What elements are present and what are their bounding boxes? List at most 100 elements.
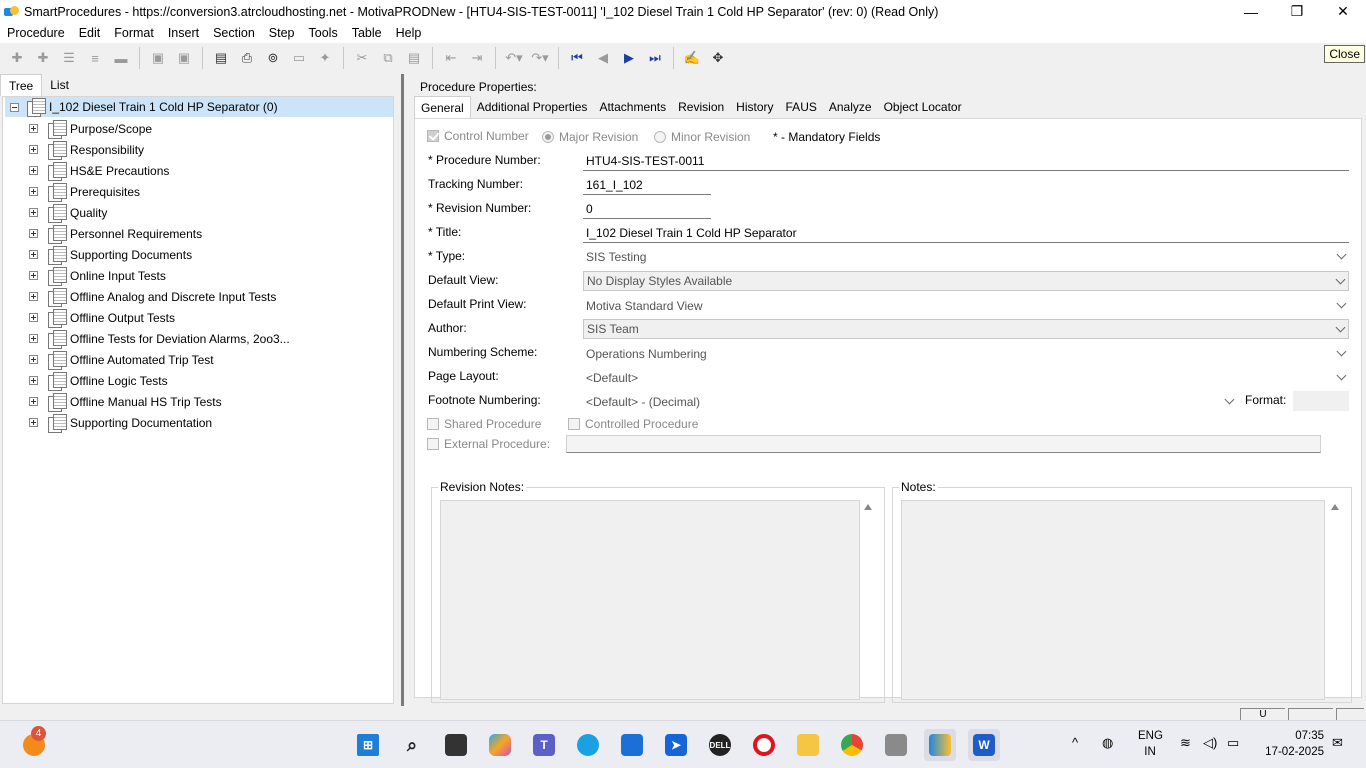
type-dropdown[interactable]: SIS Testing	[583, 247, 1349, 267]
menu-procedure[interactable]: Procedure	[0, 26, 72, 40]
edge-app[interactable]	[572, 729, 604, 761]
menu-section[interactable]: Section	[206, 26, 262, 40]
save-all-icon[interactable]: ▣	[171, 46, 197, 70]
controlled-procedure-checkbox[interactable]: Controlled Procedure	[568, 417, 698, 431]
tree-item[interactable]: Offline Output Tests	[29, 307, 175, 328]
collapse-icon[interactable]	[10, 102, 19, 112]
title-field[interactable]: I_102 Diesel Train 1 Cold HP Separator	[583, 223, 1349, 243]
chrome-app[interactable]	[836, 729, 868, 761]
expand-icon[interactable]	[29, 418, 38, 427]
first-record-icon[interactable]: ⏮	[564, 46, 590, 70]
indent-right-icon[interactable]: ⇥	[464, 46, 490, 70]
tree-item[interactable]: Offline Manual HS Trip Tests	[29, 391, 222, 412]
menu-table[interactable]: Table	[345, 26, 389, 40]
menu-help[interactable]: Help	[389, 26, 429, 40]
start-button[interactable]: ⊞	[352, 729, 384, 761]
menu-tools[interactable]: Tools	[302, 26, 345, 40]
dell-app[interactable]: DELL	[704, 729, 736, 761]
tree-item[interactable]: Offline Tests for Deviation Alarms, 2oo3…	[29, 328, 290, 349]
tab-general[interactable]: General	[414, 96, 471, 118]
cut-icon[interactable]: ✂	[349, 46, 375, 70]
volume-icon[interactable]: ◁)	[1203, 735, 1217, 751]
show-hidden-icons[interactable]: ^	[1072, 735, 1078, 750]
tab-tree[interactable]: Tree	[0, 74, 43, 96]
numbering-scheme-dropdown[interactable]: Operations Numbering	[583, 344, 1349, 364]
store-app[interactable]	[616, 729, 648, 761]
move-icon[interactable]: ✥	[705, 46, 731, 70]
menu-step[interactable]: Step	[262, 26, 302, 40]
tab-revision[interactable]: Revision	[672, 96, 730, 118]
tracking-number-field[interactable]: 161_I_102	[583, 175, 711, 195]
tab-object-locator[interactable]: Object Locator	[878, 96, 968, 118]
opera-app[interactable]	[748, 729, 780, 761]
tab-history[interactable]: History	[730, 96, 779, 118]
publish-icon[interactable]: ▤	[208, 46, 234, 70]
search-button[interactable]: ⌕	[396, 729, 428, 761]
procedure-number-field[interactable]: HTU4-SIS-TEST-0011	[583, 151, 1349, 171]
tree-item[interactable]: Responsibility	[29, 139, 144, 160]
smartprocedures-app[interactable]	[924, 729, 956, 761]
scroll-up-icon[interactable]	[1331, 504, 1339, 510]
tree-item[interactable]: Offline Analog and Discrete Input Tests	[29, 286, 276, 307]
notes-textarea[interactable]	[901, 500, 1325, 700]
revision-notes-textarea[interactable]	[440, 500, 860, 700]
language-indicator[interactable]: ENG	[1138, 730, 1163, 742]
revision-number-field[interactable]: 0	[583, 199, 711, 219]
menu-insert[interactable]: Insert	[161, 26, 206, 40]
expand-icon[interactable]	[29, 334, 38, 343]
clock-time[interactable]: 07:35	[1262, 730, 1324, 742]
expand-icon[interactable]	[29, 166, 38, 175]
previous-record-icon[interactable]: ◀	[590, 46, 616, 70]
expand-icon[interactable]	[29, 397, 38, 406]
last-record-icon[interactable]: ⏭	[642, 46, 668, 70]
next-record-icon[interactable]: ▶	[616, 46, 642, 70]
page-layout-dropdown[interactable]: <Default>	[583, 368, 1349, 388]
redo-icon[interactable]: ↷▾	[527, 46, 553, 70]
expand-icon[interactable]	[29, 208, 38, 217]
wifi-icon[interactable]: ≋	[1180, 735, 1191, 751]
menu-edit[interactable]: Edit	[72, 26, 108, 40]
footnote-numbering-dropdown[interactable]: <Default> - (Decimal)	[583, 392, 1237, 412]
tree-item[interactable]: Offline Logic Tests	[29, 370, 168, 391]
menu-format[interactable]: Format	[107, 26, 161, 40]
tab-analyze[interactable]: Analyze	[823, 96, 878, 118]
major-revision-radio[interactable]: Major Revision	[542, 130, 638, 144]
notification-icon[interactable]: ✉	[1332, 735, 1343, 751]
minimize-button[interactable]: —	[1228, 0, 1274, 23]
word-app[interactable]: W	[968, 729, 1000, 761]
tree-item[interactable]: Offline Automated Trip Test	[29, 349, 214, 370]
tree-item[interactable]: Supporting Documentation	[29, 412, 212, 433]
copy-icon[interactable]: ⧉	[375, 46, 401, 70]
author-dropdown[interactable]: SIS Team	[583, 319, 1349, 339]
power-automate-app[interactable]: ➤	[660, 729, 692, 761]
link-icon[interactable]: ⊚	[260, 46, 286, 70]
indent-icon[interactable]: ≡	[82, 46, 108, 70]
default-view-dropdown[interactable]: No Display Styles Available	[583, 271, 1349, 291]
expand-icon[interactable]	[29, 271, 38, 280]
remove-icon[interactable]: ▬	[108, 46, 134, 70]
paste-icon[interactable]: ▤	[401, 46, 427, 70]
maximize-button[interactable]: ❐	[1274, 0, 1320, 23]
tree-item[interactable]: Prerequisites	[29, 181, 140, 202]
minor-revision-radio[interactable]: Minor Revision	[654, 130, 750, 144]
list-icon[interactable]: ☰	[56, 46, 82, 70]
window-icon[interactable]: ▭	[286, 46, 312, 70]
battery-icon[interactable]: ▭	[1227, 735, 1239, 751]
tree-item[interactable]: Supporting Documents	[29, 244, 192, 265]
expand-icon[interactable]	[29, 376, 38, 385]
shared-procedure-checkbox[interactable]: Shared Procedure	[427, 417, 541, 431]
expand-icon[interactable]	[29, 124, 38, 133]
undo-icon[interactable]: ↶▾	[501, 46, 527, 70]
remote-desktop-app[interactable]	[880, 729, 912, 761]
print-icon[interactable]: ⎙	[234, 46, 260, 70]
save-icon[interactable]: ▣	[145, 46, 171, 70]
expand-icon[interactable]	[29, 187, 38, 196]
copilot-app[interactable]	[484, 729, 516, 761]
add-child-icon[interactable]: ✚	[30, 46, 56, 70]
tab-faus[interactable]: FAUS	[780, 96, 823, 118]
file-explorer-app[interactable]	[792, 729, 824, 761]
tab-list[interactable]: List	[42, 74, 77, 96]
tree-item[interactable]: Online Input Tests	[29, 265, 166, 286]
tab-attachments[interactable]: Attachments	[593, 96, 672, 118]
tree-root[interactable]: I_102 Diesel Train 1 Cold HP Separator (…	[5, 97, 393, 117]
